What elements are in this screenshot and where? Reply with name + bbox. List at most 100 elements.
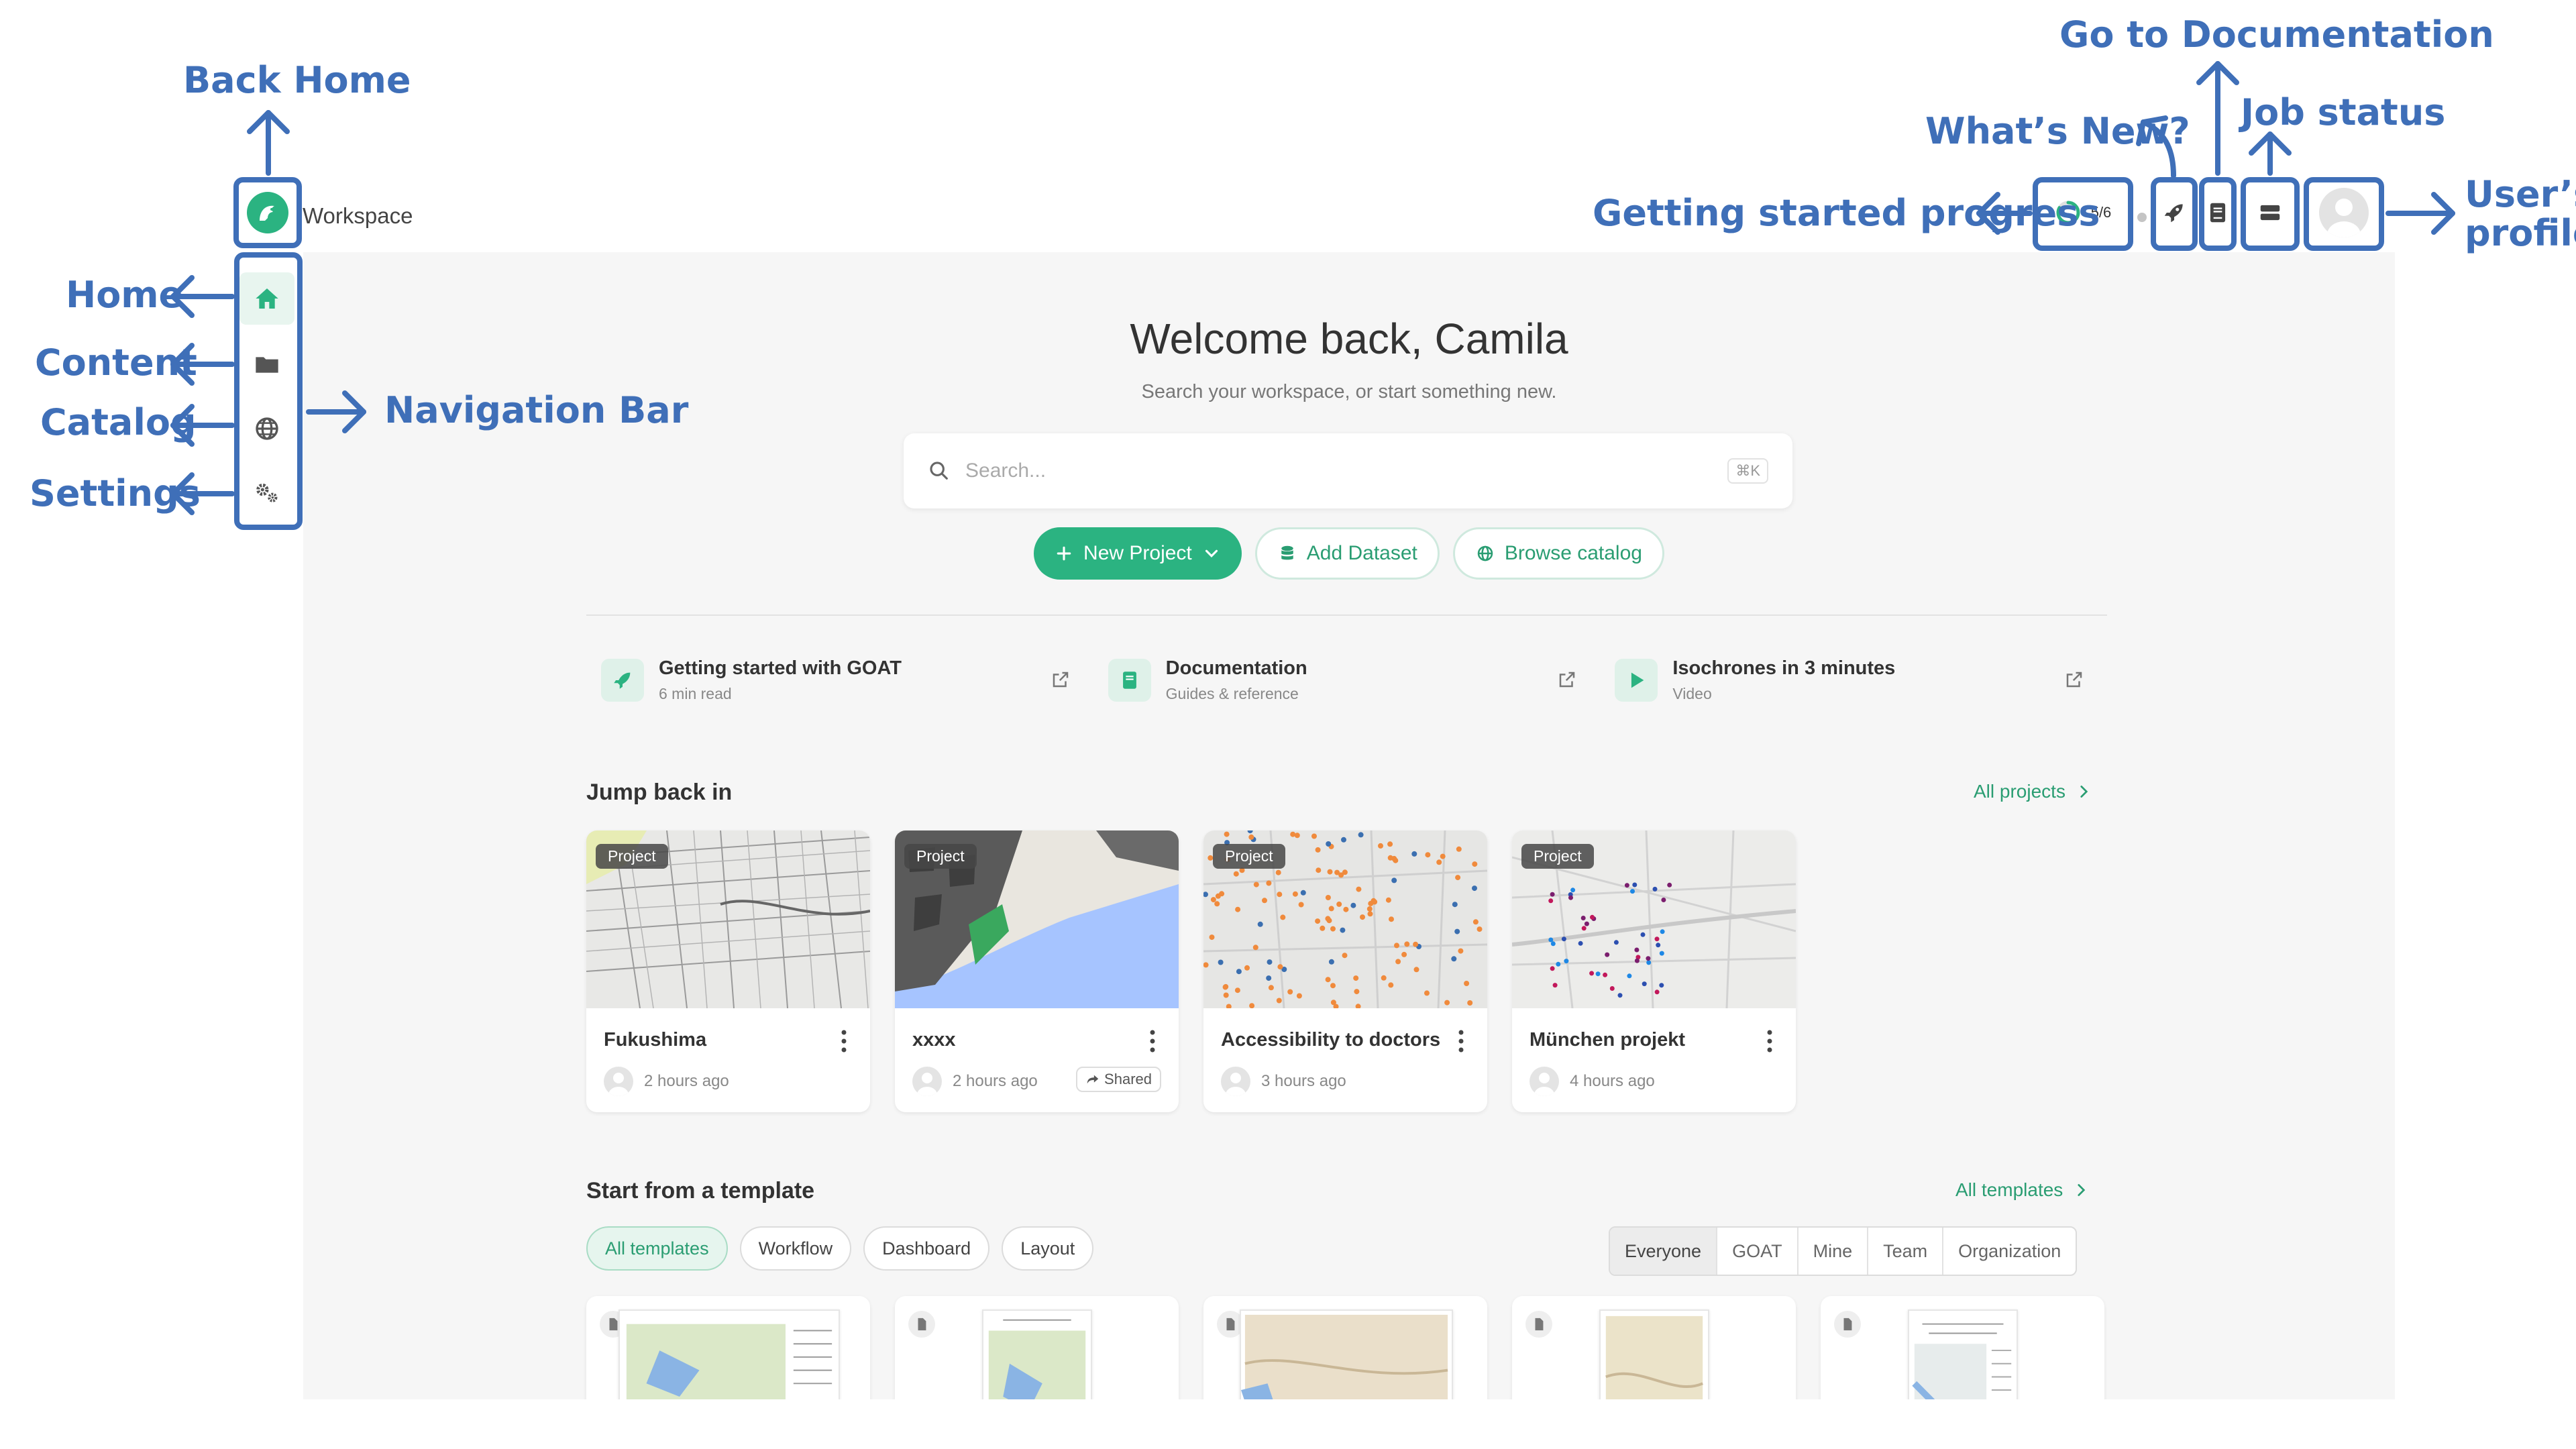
project-card[interactable]: Project München projekt 4 hours ago [1512, 830, 1796, 1112]
map-marker [1300, 890, 1306, 896]
map-marker [1328, 959, 1334, 965]
more-vertical-icon[interactable] [1149, 1029, 1156, 1053]
add-dataset-label: Add Dataset [1306, 542, 1417, 564]
map-marker [1366, 906, 1373, 912]
filter-dashboard[interactable]: Dashboard [863, 1226, 990, 1271]
map-marker [1646, 956, 1651, 961]
play-icon [1631, 672, 1644, 688]
resource-isochrones-video[interactable]: Isochrones in 3 minutes Video [1600, 647, 2107, 714]
scope-mine[interactable]: Mine [1799, 1228, 1869, 1275]
map-marker [1451, 956, 1457, 962]
filter-layout[interactable]: Layout [1002, 1226, 1094, 1271]
scope-organization[interactable]: Organization [1943, 1228, 2076, 1275]
scope-team[interactable]: Team [1868, 1228, 1944, 1275]
project-card[interactable]: Project xxxx 2 hours ago Shared [895, 830, 1179, 1112]
all-templates-link[interactable]: All templates [1955, 1179, 2090, 1201]
map-marker [1394, 943, 1399, 949]
project-badge: Project [596, 844, 668, 869]
new-project-button[interactable]: New Project [1034, 527, 1242, 580]
map-marker [1257, 921, 1263, 927]
browse-catalog-label: Browse catalog [1504, 542, 1642, 564]
more-vertical-icon[interactable] [1766, 1029, 1773, 1053]
app-root: Workspace 5/6 Welcome back, Camila Searc… [0, 0, 2576, 1449]
map-marker [1634, 947, 1640, 953]
map-marker [1210, 897, 1216, 903]
template-card[interactable] [586, 1296, 870, 1399]
template-card[interactable] [1203, 1296, 1487, 1399]
map-marker [1315, 847, 1321, 853]
annotation-settings: Settings [30, 472, 201, 515]
resource-documentation[interactable]: Documentation Guides & reference [1093, 647, 1601, 714]
more-vertical-icon[interactable] [841, 1029, 847, 1053]
project-badge: Project [904, 844, 977, 869]
annotation-back-home: Back Home [183, 59, 411, 101]
map-marker [1630, 889, 1635, 894]
map-marker [1292, 891, 1298, 897]
annotation-navigation-bar: Navigation Bar [384, 389, 689, 431]
scope-goat[interactable]: GOAT [1717, 1228, 1799, 1275]
search-bar[interactable]: ⌘K [904, 433, 1792, 508]
map-marker [1252, 945, 1258, 951]
template-preview [982, 1309, 1092, 1399]
template-card[interactable] [895, 1296, 1179, 1399]
project-time: 3 hours ago [1261, 1072, 1346, 1090]
template-filters: All templates Workflow Dashboard Layout [586, 1226, 1094, 1271]
map-marker [1646, 960, 1652, 965]
filter-workflow[interactable]: Workflow [739, 1226, 852, 1271]
map-marker [1371, 898, 1377, 904]
map-marker [1456, 846, 1462, 852]
map-thumbnail: Project [586, 830, 870, 1008]
map-marker [1316, 867, 1322, 873]
template-preview [1599, 1309, 1709, 1399]
all-projects-label: All projects [1974, 781, 2065, 802]
template-card[interactable] [1821, 1296, 2104, 1399]
browse-catalog-button[interactable]: Browse catalog [1452, 527, 1664, 580]
map-marker [1330, 983, 1336, 989]
map-marker [1393, 857, 1399, 863]
divider [586, 614, 2107, 616]
annotation-getting-started: Getting started progress [1593, 192, 2100, 234]
project-card[interactable]: Project Accessibility to doctors 3 hours… [1203, 830, 1487, 1112]
map-marker [1280, 914, 1286, 920]
filter-all-templates[interactable]: All templates [586, 1226, 728, 1271]
resource-title: Isochrones in 3 minutes [1672, 657, 1896, 679]
map-marker [1381, 975, 1387, 981]
project-card[interactable]: Project Fukushima 2 hours ago [586, 830, 870, 1112]
annotation-job-status: Job status [2241, 91, 2446, 133]
external-link-icon [1560, 672, 1575, 688]
map-marker [1413, 941, 1419, 947]
all-projects-link[interactable]: All projects [1974, 781, 2092, 802]
template-scope-toggle: Everyone GOAT Mine Team Organization [1609, 1226, 2078, 1276]
map-marker [1624, 883, 1629, 888]
annotation-box-docs [2199, 177, 2237, 251]
map-marker [1603, 972, 1608, 977]
map-marker [1387, 841, 1393, 847]
map-marker [1444, 1000, 1450, 1006]
external-link-icon [2066, 672, 2082, 688]
map-marker [1387, 855, 1393, 861]
map-marker [1640, 932, 1646, 937]
project-time: 4 hours ago [1570, 1072, 1655, 1090]
resource-getting-started[interactable]: Getting started with GOAT 6 min read [586, 647, 1093, 714]
map-marker [1222, 984, 1228, 990]
map-marker [1266, 975, 1272, 981]
map-marker [1661, 898, 1666, 902]
map-marker [1367, 911, 1373, 917]
map-marker [1613, 940, 1619, 945]
template-card[interactable] [1512, 1296, 1796, 1399]
map-marker [1391, 877, 1397, 883]
map-marker [1336, 901, 1342, 907]
template-preview [619, 1309, 840, 1399]
search-shortcut: ⌘K [1727, 458, 1768, 484]
map-marker [1325, 916, 1331, 922]
map-marker [1589, 971, 1595, 976]
map-marker [1581, 926, 1587, 931]
map-marker [1605, 952, 1610, 957]
add-dataset-button[interactable]: Add Dataset [1254, 527, 1440, 580]
more-vertical-icon[interactable] [1458, 1029, 1464, 1053]
map-marker [1548, 937, 1554, 943]
map-marker [1642, 981, 1647, 987]
map-marker [1378, 843, 1383, 849]
search-input[interactable] [965, 460, 1728, 482]
scope-everyone[interactable]: Everyone [1610, 1228, 1718, 1275]
